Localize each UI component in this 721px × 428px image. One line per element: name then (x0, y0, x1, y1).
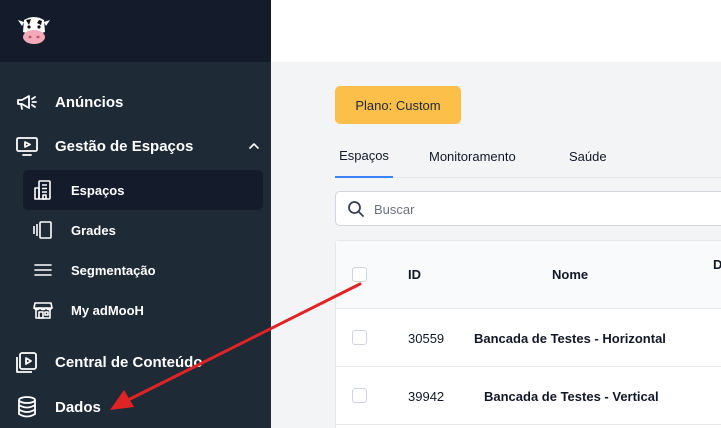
search-icon (348, 201, 364, 217)
monitor-play-icon (16, 137, 38, 156)
column-header-nome[interactable]: Nome (552, 267, 588, 282)
sidebar-item-label: Central de Conteúdo (55, 353, 203, 371)
sidebar-item-central-de-conteudo[interactable]: Central de Conteúdo (0, 342, 271, 382)
column-header-id[interactable]: ID (408, 267, 421, 282)
sidebar-subitem-my-admooh[interactable]: My adMooH (23, 290, 263, 330)
top-bar (271, 0, 721, 62)
store-icon (33, 302, 53, 319)
cell-id: 39942 (408, 389, 445, 404)
database-icon (18, 396, 36, 418)
cow-logo-icon[interactable] (14, 12, 54, 48)
row-checkbox[interactable] (352, 388, 367, 403)
sidebar-item-label: Dados (55, 398, 101, 416)
sidebar-subitem-label: My adMooH (71, 302, 144, 318)
table-row[interactable]: 30559 Bancada de Testes - Horizontal (336, 309, 721, 367)
select-all-checkbox[interactable] (352, 267, 367, 282)
tab-monitoramento[interactable]: Monitoramento (429, 134, 516, 178)
cell-id: 30559 (408, 331, 445, 346)
play-square-icon (16, 352, 37, 373)
tab-saude[interactable]: Saúde (569, 134, 607, 178)
tab-bar: Espaços Monitoramento Saúde (335, 134, 721, 178)
tab-espacos[interactable]: Espaços (335, 134, 393, 178)
row-checkbox[interactable] (352, 330, 367, 345)
sidebar-item-gestao-de-espacos[interactable]: Gestão de Espaços (0, 126, 271, 166)
sidebar-item-dados[interactable]: Dados (0, 387, 271, 427)
sidebar-subitem-label: Grades (71, 222, 116, 238)
chevron-up-icon[interactable] (246, 138, 262, 154)
sidebar-item-label: Gestão de Espaços (55, 137, 194, 155)
sidebar-header (0, 0, 271, 62)
search-input[interactable] (374, 198, 714, 220)
sidebar-item-anuncios[interactable]: Anúncios (0, 82, 271, 122)
table-row[interactable]: 39942 Bancada de Testes - Vertical (336, 367, 721, 425)
sidebar-subitem-label: Espaços (71, 182, 125, 198)
sidebar: Anúncios Gestão de Espaços Espaços Grade… (0, 0, 271, 428)
column-header-d[interactable]: D (713, 257, 721, 272)
table-header: ID Nome D (336, 241, 721, 309)
sidebar-subitem-espacos[interactable]: Espaços (23, 170, 263, 210)
main-content: Plano: Custom Espaços Monitoramento Saúd… (271, 62, 721, 428)
spaces-table: ID Nome D 30559 Bancada de Testes - Hori… (335, 240, 721, 428)
grid-columns-icon (33, 221, 52, 239)
menu-lines-icon (34, 264, 52, 276)
sidebar-subitem-segmentacao[interactable]: Segmentação (23, 250, 263, 290)
sidebar-subitem-grades[interactable]: Grades (23, 210, 263, 250)
plan-badge[interactable]: Plano: Custom (335, 86, 461, 124)
sidebar-item-label: Anúncios (55, 93, 124, 111)
cell-name[interactable]: Bancada de Testes - Horizontal (474, 331, 666, 346)
cell-name[interactable]: Bancada de Testes - Vertical (484, 389, 659, 404)
building-icon (34, 180, 51, 200)
megaphone-icon (17, 95, 37, 110)
sidebar-subitem-label: Segmentação (71, 262, 156, 278)
search-box (335, 191, 721, 226)
